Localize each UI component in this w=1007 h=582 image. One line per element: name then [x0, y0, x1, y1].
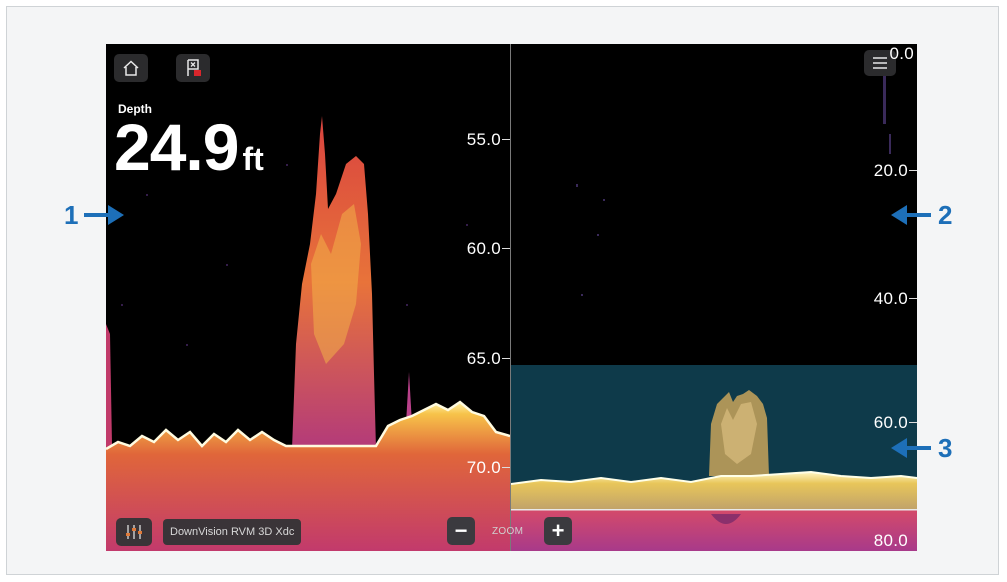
range-scale-label: 0.0 — [889, 44, 914, 63]
zoom-scale-label: 65.0 — [466, 349, 501, 368]
zoom-sonar-pane[interactable]: Depth 24.9 ft 55.0 60.0 65.0 70.0 DownVis… — [106, 44, 510, 551]
depth-readout: 24.9 ft — [114, 114, 264, 180]
waypoint-flag-icon — [187, 59, 201, 76]
scale-tick — [909, 422, 917, 423]
callout-1: 1 — [64, 200, 79, 230]
sonar-source-chip[interactable]: DownVision RVM 3D Xdc — [163, 519, 302, 545]
settings-button[interactable] — [116, 518, 152, 546]
scale-tick — [502, 248, 510, 249]
zoom-label: ZOOM — [492, 526, 524, 537]
full-range-sonar-pane[interactable]: 0.0 20.0 40.0 60.0 80.0 + — [511, 44, 917, 551]
callout-2: 2 — [938, 200, 953, 230]
scale-tick — [909, 298, 917, 299]
depth-unit: ft — [242, 141, 264, 177]
depth-value: 24.9 — [114, 110, 239, 184]
scale-tick — [909, 170, 917, 171]
home-button[interactable] — [114, 54, 148, 82]
sonar-display: Depth 24.9 ft 55.0 60.0 65.0 70.0 DownVis… — [106, 44, 917, 551]
zoom-scale-label: 70.0 — [466, 458, 501, 477]
callout-1-arrowhead — [108, 205, 124, 225]
scale-tick — [502, 139, 510, 140]
range-scale-label: 40.0 — [873, 289, 908, 308]
callout-2-arrow — [903, 213, 931, 217]
range-scale-label: 20.0 — [873, 161, 908, 180]
callout-3-arrow — [903, 446, 931, 450]
menu-icon — [873, 57, 887, 69]
zoom-scale-label: 60.0 — [466, 239, 501, 258]
zoom-scale-label: 55.0 — [466, 130, 501, 149]
scale-tick — [502, 467, 510, 468]
home-icon — [123, 60, 139, 76]
range-scale-label: 80.0 — [873, 531, 908, 550]
scale-tick — [502, 358, 510, 359]
callout-3: 3 — [938, 433, 953, 463]
sliders-icon — [126, 525, 142, 539]
zoom-in-button[interactable]: + — [544, 517, 572, 545]
range-scale-label: 60.0 — [873, 413, 908, 432]
waypoint-button[interactable] — [176, 54, 210, 82]
full-range-sonar-image — [511, 64, 917, 551]
zoom-out-button[interactable]: − — [447, 517, 475, 545]
